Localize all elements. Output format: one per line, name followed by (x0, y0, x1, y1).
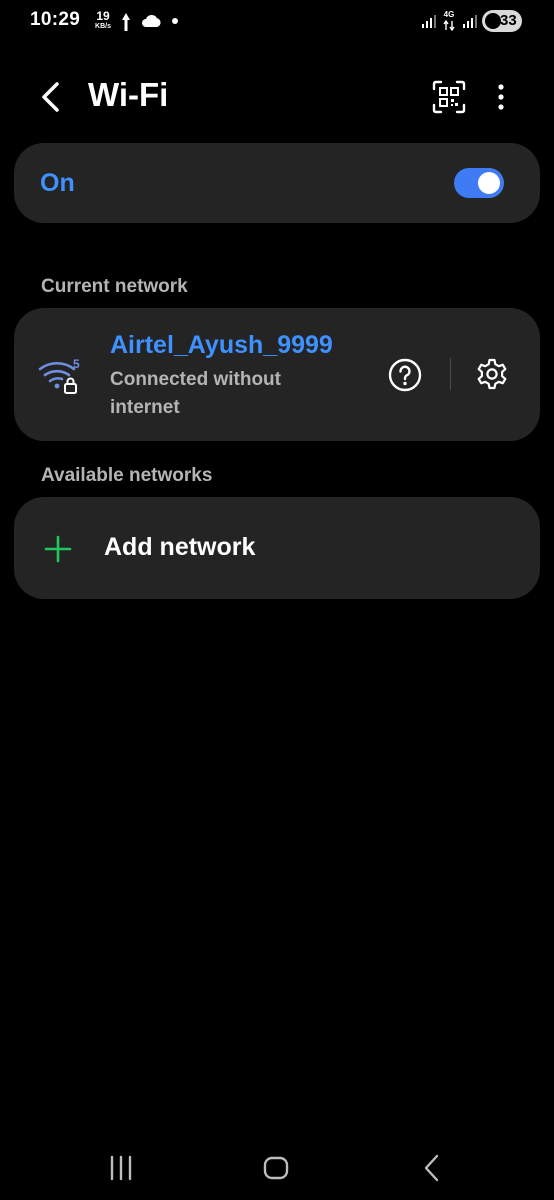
current-network-heading: Current network (41, 276, 188, 297)
dot-icon (172, 18, 178, 24)
qr-scan-icon[interactable] (432, 80, 466, 114)
add-network-label: Add network (104, 533, 256, 561)
settings-gear-icon[interactable] (474, 357, 510, 393)
back-icon[interactable] (420, 1153, 444, 1183)
plus-icon (44, 535, 72, 563)
data-arrows-icon (443, 20, 455, 31)
page-title: Wi-Fi (88, 76, 169, 113)
recents-icon[interactable] (107, 1155, 135, 1181)
wifi-band-label: 5 (73, 357, 80, 371)
wifi-toggle-row[interactable]: On (14, 143, 540, 223)
cloud-icon (142, 14, 161, 27)
wifi-switch[interactable] (454, 168, 504, 198)
current-network-item[interactable]: 5 Airtel_Ayush_9999 Connected without in… (14, 308, 540, 441)
status-time: 10:29 (30, 9, 81, 30)
status-bar: 10:29 19 KB/s 4G 33 (0, 0, 554, 42)
back-arrow-icon[interactable] (36, 79, 68, 115)
wifi-toggle-label: On (40, 169, 75, 197)
signal-icon (422, 15, 436, 28)
net-speed-unit: KB/s (95, 23, 111, 30)
net-speed-value: 19 (96, 9, 110, 23)
network-ssid: Airtel_Ayush_9999 (110, 331, 333, 359)
upload-icon (122, 13, 130, 31)
add-network-button[interactable]: Add network (14, 497, 540, 599)
network-type-label: 4G (443, 10, 455, 19)
home-icon[interactable] (262, 1155, 290, 1181)
network-status: Connected without internet (110, 369, 281, 418)
divider (450, 358, 451, 390)
help-icon[interactable] (388, 358, 422, 392)
battery-saver-icon (485, 13, 501, 29)
wifi-lock-icon: 5 (38, 357, 80, 394)
battery-indicator: 33 (482, 10, 522, 32)
available-networks-heading: Available networks (41, 465, 213, 486)
network-type: 4G (443, 11, 455, 31)
more-vert-icon[interactable] (488, 80, 514, 114)
switch-knob (478, 172, 500, 194)
net-speed: 19 KB/s (91, 10, 115, 30)
battery-level: 33 (500, 12, 517, 29)
signal-icon (463, 15, 477, 28)
